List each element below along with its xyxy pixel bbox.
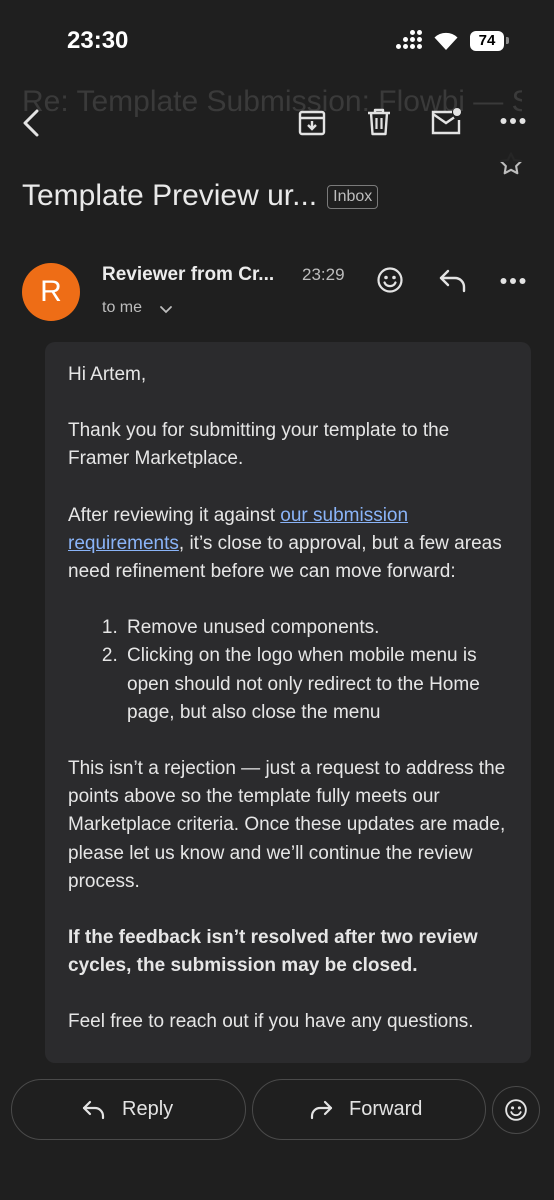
reply-label: Reply [122, 1098, 174, 1120]
greeting: Hi Artem, [68, 364, 147, 385]
battery-icon: 74 [470, 31, 504, 51]
email-subject: Template Preview ur... Inbox [22, 178, 379, 214]
subject-text: Template Preview ur... [22, 179, 318, 212]
emoji-icon[interactable] [376, 266, 404, 294]
message-time: 23:29 [302, 265, 345, 284]
sender-avatar[interactable]: R [22, 263, 80, 321]
paragraph-1: Thank you for submitting your template t… [68, 420, 450, 470]
reply-icon[interactable] [438, 268, 468, 294]
delete-icon[interactable] [364, 107, 394, 137]
mark-unread-icon[interactable] [430, 106, 464, 136]
reply-button[interactable]: Reply [11, 1079, 246, 1140]
status-time: 23:30 [67, 27, 129, 54]
battery-tip [506, 37, 509, 44]
message-more-icon[interactable] [500, 276, 526, 286]
forward-button[interactable]: Forward [252, 1079, 486, 1140]
wifi-icon [434, 30, 458, 52]
inbox-label-chip[interactable]: Inbox [327, 185, 379, 210]
list-item: Clicking on the logo when mobile menu is… [123, 642, 513, 727]
para2-start: After reviewing it against [68, 504, 281, 526]
sender-name[interactable]: Reviewer from Cr... [102, 264, 274, 286]
paragraph-2: After reviewing it against our submissio… [68, 502, 513, 587]
bold-warning: If the feedback isn’t resolved after two… [68, 927, 478, 977]
react-emoji-button[interactable] [492, 1086, 540, 1134]
message-body-card: Hi Artem, Thank you for submitting your … [45, 342, 531, 1063]
more-icon[interactable] [500, 116, 526, 126]
paragraph-5: Feel free to reach out if you have any q… [68, 1011, 474, 1033]
paragraph-4: If the feedback isn’t resolved after two… [68, 924, 513, 980]
top-app-bar: Re: Template Submission: Flowbi — SaaS L… [0, 0, 554, 162]
paragraph-3: This isn’t a rejection — just a request … [68, 758, 506, 892]
feedback-list: Remove unused components. Clicking on th… [68, 614, 513, 727]
archive-icon[interactable] [297, 108, 327, 138]
list-item: Remove unused components. [123, 614, 513, 642]
recipient-summary[interactable]: to me [102, 299, 142, 317]
forward-label: Forward [349, 1098, 423, 1120]
signal-icon [396, 30, 422, 50]
chevron-down-icon[interactable] [159, 302, 173, 320]
back-icon[interactable] [18, 108, 46, 138]
emoji-icon [505, 1099, 527, 1121]
message-body: Hi Artem, Thank you for submitting your … [68, 361, 513, 1065]
